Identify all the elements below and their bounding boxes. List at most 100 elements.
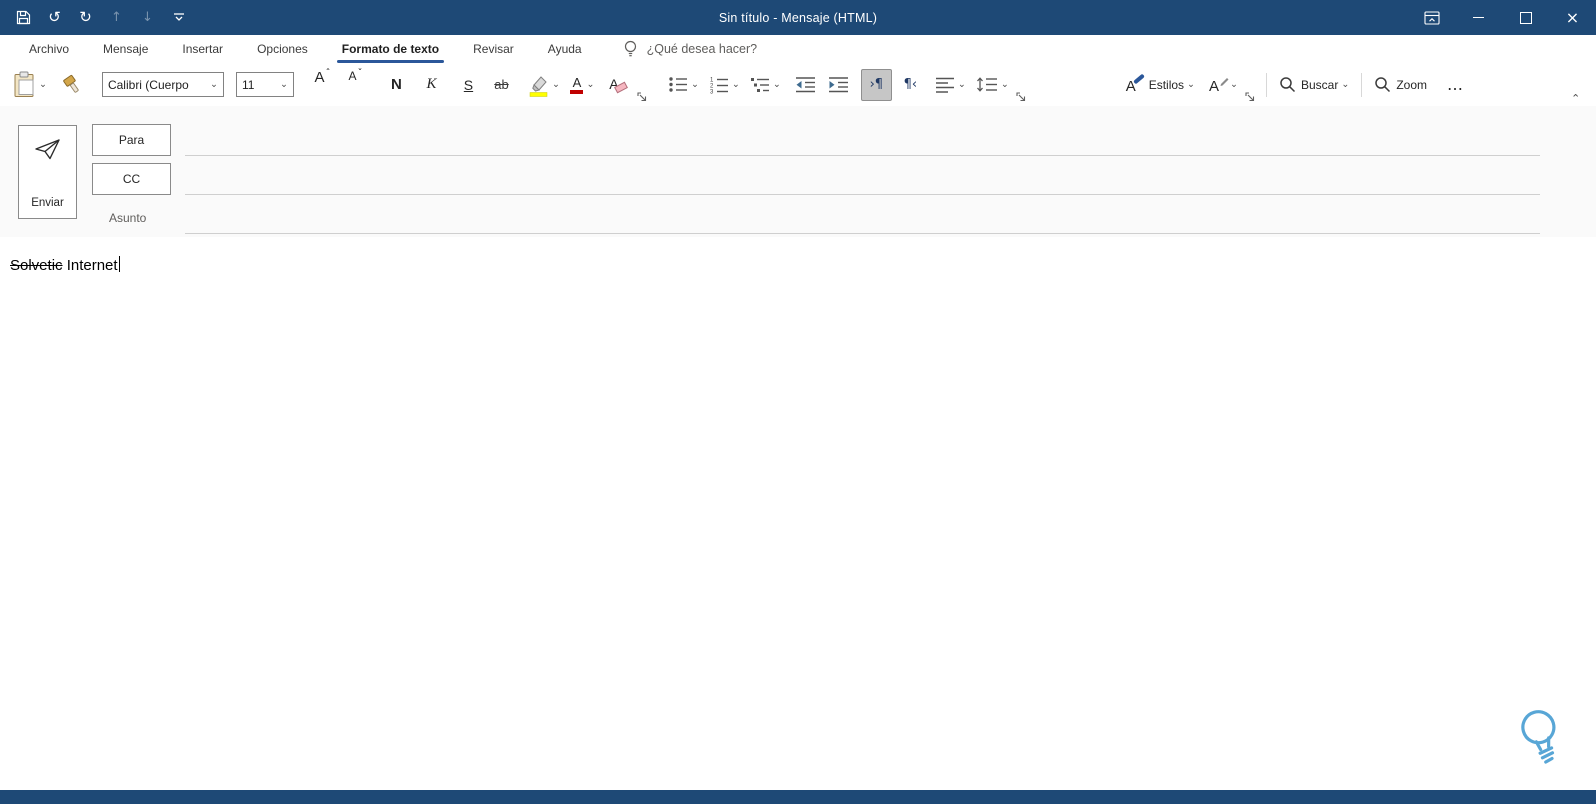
increase-indent-icon xyxy=(828,77,848,93)
chevron-down-icon: ⌄ xyxy=(551,78,560,90)
chevron-down-icon: ⌄ xyxy=(690,78,699,90)
ltr-direction-button[interactable]: ›¶ xyxy=(860,68,892,101)
save-icon xyxy=(16,10,31,25)
lightbulb-watermark-icon xyxy=(1521,710,1556,764)
titlebar: ↺ ↻ ↑ ↓ Sin título - Mensaje (HTML) × xyxy=(0,0,1596,35)
send-icon xyxy=(34,139,60,160)
customize-quick-access-icon xyxy=(173,12,184,21)
chevron-down-icon: ⌄ xyxy=(1187,78,1196,90)
alignment-button[interactable]: ⌄ xyxy=(933,70,968,100)
maximize-button[interactable] xyxy=(1502,0,1549,35)
decrease-indent-button[interactable] xyxy=(791,70,820,100)
compose-header: Enviar Para CC Asunto xyxy=(0,106,1596,238)
redo-icon: ↻ xyxy=(79,8,92,26)
numbering-button[interactable]: 1 2 3 ⌄ xyxy=(707,70,742,100)
dialog-launcher-icon xyxy=(637,92,646,102)
cc-field[interactable] xyxy=(185,170,1540,195)
zoom-button[interactable]: Zoom xyxy=(1372,70,1429,100)
chevron-down-icon: ⌄ xyxy=(1000,78,1009,90)
line-spacing-button[interactable]: ⌄ xyxy=(974,70,1011,100)
send-label: Enviar xyxy=(31,197,64,209)
ltr-paragraph-icon: ›¶ xyxy=(869,77,884,92)
message-editor[interactable]: Solvetic Internet xyxy=(0,237,1596,790)
strikethrough-button[interactable]: ab xyxy=(487,70,516,100)
clipboard-icon xyxy=(14,71,34,97)
ribbon-tabs: Archivo Mensaje Insertar Opciones Format… xyxy=(0,35,1596,64)
undo-button[interactable]: ↺ xyxy=(41,4,68,31)
font-dialog-launcher[interactable] xyxy=(636,91,648,103)
align-left-icon xyxy=(935,77,954,93)
to-field[interactable] xyxy=(185,131,1540,156)
chevron-down-icon: ⌄ xyxy=(280,78,288,90)
chevron-down-icon: ⌄ xyxy=(1341,78,1350,90)
quick-access-toolbar: ↺ ↻ ↑ ↓ xyxy=(0,4,192,31)
tellme-button[interactable]: ¿Qué desea hacer? xyxy=(623,35,758,63)
shrink-font-icon: A xyxy=(348,68,357,83)
collapse-ribbon-button[interactable]: ⌄ xyxy=(1562,89,1586,105)
tellme-label: ¿Qué desea hacer? xyxy=(646,42,758,56)
tab-revisar[interactable]: Revisar xyxy=(456,35,531,63)
search-label: Buscar xyxy=(1300,77,1339,92)
svg-text:3: 3 xyxy=(710,89,714,94)
send-button[interactable]: Enviar xyxy=(18,125,77,219)
font-name-combo[interactable]: Calibri (Cuerpo ⌄ xyxy=(101,72,224,97)
highlight-color-button[interactable]: ⌄ xyxy=(526,70,562,100)
more-icon: … xyxy=(1447,74,1464,94)
shrink-font-button[interactable]: A ˇ xyxy=(341,68,370,100)
minimize-icon xyxy=(1473,17,1484,18)
line-spacing-icon xyxy=(976,77,997,92)
font-size-combo[interactable]: 11 ⌄ xyxy=(235,72,294,97)
tab-insertar[interactable]: Insertar xyxy=(165,35,240,63)
font-color-button[interactable]: A ⌄ xyxy=(568,70,597,100)
format-painter-button[interactable] xyxy=(59,70,88,100)
increase-indent-button[interactable] xyxy=(824,70,853,100)
search-button[interactable]: Buscar ⌄ xyxy=(1277,70,1351,100)
font-name-value: Calibri (Cuerpo xyxy=(107,77,189,92)
tab-archivo[interactable]: Archivo xyxy=(12,35,86,63)
change-styles-button[interactable]: A ⌄ xyxy=(1205,70,1240,100)
tab-formato-de-texto[interactable]: Formato de texto xyxy=(325,35,456,63)
ribbon-display-options-button[interactable] xyxy=(1408,0,1455,35)
paste-button[interactable]: ⌄ xyxy=(10,70,49,100)
rtl-direction-button[interactable]: ¶‹ xyxy=(896,70,925,100)
multilevel-list-button[interactable]: ⌄ xyxy=(748,70,783,100)
styles-button[interactable]: A Estilos ⌄ xyxy=(1122,70,1197,100)
zoom-label: Zoom xyxy=(1396,77,1427,92)
close-button[interactable]: × xyxy=(1549,0,1596,35)
bullets-button[interactable]: ⌄ xyxy=(666,70,701,100)
close-icon: × xyxy=(1565,7,1580,27)
styles-dialog-launcher[interactable] xyxy=(1244,91,1256,103)
save-button[interactable] xyxy=(10,4,37,31)
paragraph-dialog-launcher[interactable] xyxy=(1015,91,1027,103)
tab-ayuda[interactable]: Ayuda xyxy=(531,35,599,63)
grow-font-button[interactable]: A ˆ xyxy=(308,68,337,100)
redo-button[interactable]: ↻ xyxy=(72,4,99,31)
subject-field[interactable] xyxy=(185,209,1540,234)
dialog-launcher-icon xyxy=(1016,92,1025,102)
more-commands-button[interactable]: … xyxy=(1441,70,1470,100)
tab-mensaje[interactable]: Mensaje xyxy=(86,35,165,63)
italic-icon: K xyxy=(426,76,437,92)
to-button[interactable]: Para xyxy=(92,124,171,156)
lightbulb-icon xyxy=(624,40,636,56)
tab-opciones[interactable]: Opciones xyxy=(240,35,325,63)
cc-button[interactable]: CC xyxy=(92,163,171,195)
font-size-value: 11 xyxy=(241,77,255,92)
search-icon xyxy=(1280,77,1296,93)
ribbon-display-options-icon xyxy=(1423,10,1440,25)
maximize-icon xyxy=(1519,11,1532,24)
italic-button[interactable]: K xyxy=(417,70,446,100)
bold-button[interactable]: N xyxy=(382,70,411,100)
clear-formatting-button[interactable]: A xyxy=(603,70,632,100)
numbered-list-icon: 1 2 3 xyxy=(710,77,728,94)
chevron-up-icon: ⌄ xyxy=(1570,90,1581,104)
message-text: Internet xyxy=(62,257,118,274)
underline-button[interactable]: S xyxy=(454,70,483,100)
chevron-down-icon: ⌄ xyxy=(210,78,218,90)
decrease-indent-icon xyxy=(795,77,815,93)
minimize-button[interactable] xyxy=(1455,0,1502,35)
customize-quick-access-button[interactable] xyxy=(165,4,192,31)
strikethrough-icon: ab xyxy=(494,77,509,92)
multilevel-list-icon xyxy=(750,78,769,92)
grow-font-icon: A xyxy=(314,68,325,86)
